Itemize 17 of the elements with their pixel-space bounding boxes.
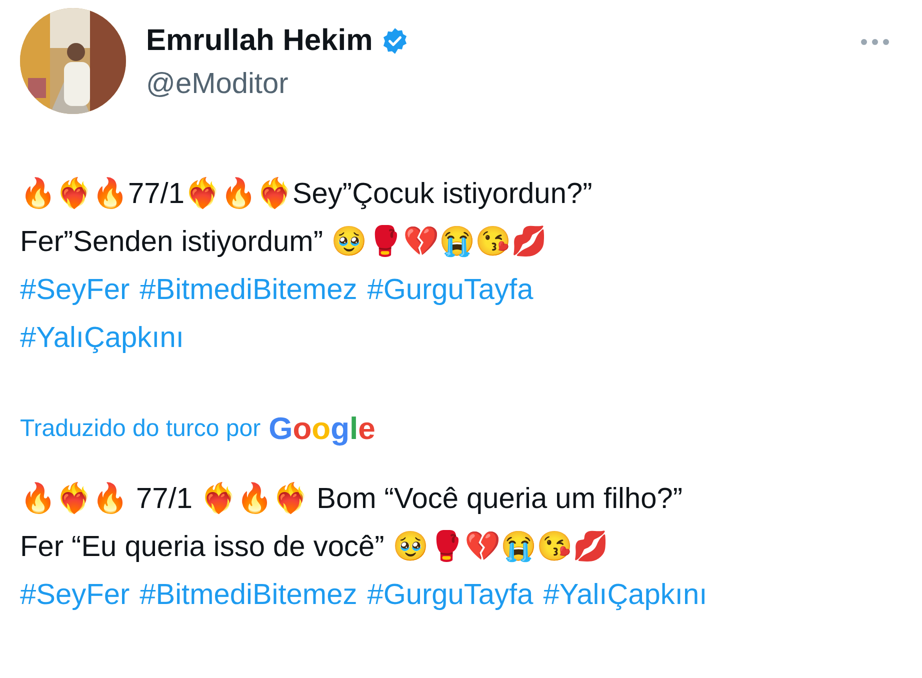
- hashtag-link[interactable]: #SeyFer: [20, 570, 130, 618]
- hashtag-link[interactable]: #SeyFer: [20, 266, 130, 314]
- tweet-text: 🔥❤‍🔥🔥 77/1 ❤‍🔥🔥❤‍🔥 Bom “Você queria um filho?”: [20, 481, 683, 516]
- hashtag-link[interactable]: #YalıÇapkını: [20, 314, 184, 362]
- author-handle[interactable]: @eModitor: [146, 63, 288, 106]
- more-icon[interactable]: [860, 38, 890, 46]
- hashtag-link[interactable]: #BitmediBitemez: [140, 266, 358, 314]
- author-name[interactable]: Emrullah Hekim: [146, 18, 373, 63]
- tweet-text: Fer”Senden istiyordum” 🥹🥊💔😭😘💋: [20, 224, 548, 260]
- hashtag-link[interactable]: #BitmediBitemez: [140, 570, 358, 618]
- google-logo: Google: [268, 410, 376, 448]
- tweet-text: 🔥❤‍🔥🔥77/1❤‍🔥🔥❤‍🔥Sey”Çocuk istiyordun?”: [20, 176, 592, 212]
- hashtag-link[interactable]: #YalıÇapkını: [543, 570, 708, 618]
- hashtag-link[interactable]: #GurguTayfa: [367, 570, 534, 618]
- hashtag-link[interactable]: #GurguTayfa: [367, 266, 534, 314]
- translation-label: Traduzido do turco por: [20, 414, 261, 444]
- tweet-text: Fer “Eu queria isso de você” 🥹🥊💔😭😘💋: [20, 529, 608, 564]
